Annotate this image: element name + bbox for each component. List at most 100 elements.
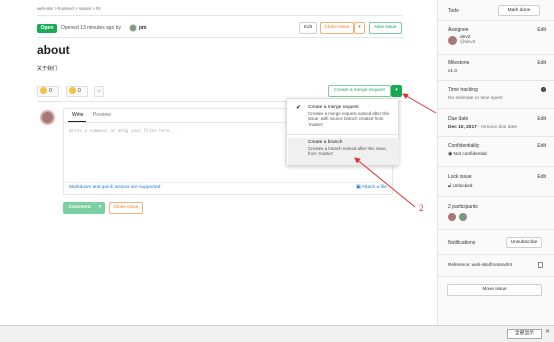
issue-sidebar: Todo Mark done Assignee Edit dev2 @dev2 M… [437, 0, 554, 325]
close-icon[interactable]: ✕ [545, 328, 550, 335]
time-tracking-value: No estimate or time spent [448, 96, 503, 101]
unsubscribe-button[interactable]: Unsubscribe [506, 237, 542, 248]
check-icon: ✔ [296, 105, 302, 111]
divider [438, 20, 554, 21]
breadcrumb[interactable]: web-site > frontend > Issues > #4 [37, 6, 101, 11]
confidentiality-edit-link[interactable]: Edit [537, 143, 546, 149]
thumbs-up-icon [40, 87, 47, 95]
issue-title: about [37, 43, 70, 57]
divider [438, 229, 554, 230]
assignee-handle: @dev2 [460, 40, 476, 45]
dropdown-item-create-branch[interactable]: Create a branch Creates a branch named a… [288, 138, 399, 165]
attach-label: Attach a file [361, 185, 387, 190]
help-icon[interactable]: ? [541, 87, 546, 92]
divider [287, 134, 398, 135]
download-bar [0, 325, 554, 342]
confidentiality-value: ◉ Not confidential [448, 152, 544, 157]
copy-icon[interactable] [538, 262, 543, 268]
lock-value: 🔓︎ Unlocked [448, 183, 544, 189]
participant-avatar[interactable] [459, 213, 467, 221]
confidentiality-label: Confidentiality [448, 143, 480, 149]
lock-text: Unlocked [452, 184, 473, 189]
divider [438, 80, 554, 81]
tab-preview[interactable]: Preview [93, 112, 111, 118]
status-badge: Open [37, 24, 57, 33]
merge-request-caret-button[interactable]: ▾ [391, 85, 402, 97]
participants-label: 2 participants [448, 204, 478, 210]
divider [37, 15, 403, 16]
time-tracking-section: Time tracking ? No estimate or time spen… [448, 87, 546, 101]
move-issue-button[interactable]: Move issue [447, 284, 542, 296]
thumbs-down-count: 0 [78, 88, 81, 94]
new-issue-button[interactable]: New issue [369, 22, 402, 34]
caret-down-icon: ▾ [98, 205, 102, 210]
divider [438, 108, 554, 109]
opened-text: Opened 13 minutes ago by [61, 25, 122, 31]
add-reaction-button[interactable]: ☺ [94, 86, 104, 97]
issue-description: 关于我们 [37, 66, 58, 72]
author-name[interactable]: pm [139, 25, 147, 31]
avatar [448, 35, 457, 45]
lock-section: Lock issue Edit 🔓︎ Unlocked [448, 174, 546, 189]
divider [438, 276, 554, 277]
edit-button[interactable]: Edit [299, 22, 317, 34]
due-date-value: Dec 10, 2017 - remove due date [448, 125, 544, 130]
milestone-value[interactable]: v1.0 [448, 69, 544, 74]
assignee-label: Assignee [448, 27, 469, 33]
thumbs-down-award[interactable]: 0 [66, 86, 88, 97]
assignee-edit-link[interactable]: Edit [537, 27, 546, 33]
close-issue-bottom-button[interactable]: Close issue [109, 202, 143, 214]
milestone-section: Milestone Edit v1.0 [448, 60, 546, 74]
caret-down-icon: ▾ [395, 88, 398, 93]
due-date: Dec 10, 2017 [448, 125, 477, 130]
dropdown-item-description: Creates a branch named after this issue,… [308, 146, 388, 157]
attach-file-link[interactable]: ▣ Attach a file [356, 185, 387, 190]
current-user-avatar[interactable] [40, 110, 55, 125]
reference-section: Reference: web-site/frontend#4 [448, 262, 544, 267]
thumbs-up-count: 0 [49, 88, 52, 94]
milestone-edit-link[interactable]: Edit [537, 60, 546, 66]
author-avatar[interactable] [129, 24, 137, 32]
lock-edit-link[interactable]: Edit [537, 174, 546, 180]
due-date-edit-link[interactable]: Edit [537, 116, 546, 122]
smiley-icon: ☺ [96, 88, 102, 94]
annotation-number-2: 2 [419, 203, 424, 213]
merge-request-dropdown: ✔ Create a merge request Creates a merge… [286, 98, 399, 166]
mark-done-button[interactable]: Mark done [498, 5, 540, 16]
close-issue-button[interactable]: Close issue [320, 22, 354, 34]
dropdown-item-create-merge-request[interactable]: ✔ Create a merge request Creates a merge… [288, 103, 399, 131]
divider [438, 166, 554, 167]
divider [64, 182, 392, 183]
participants-avatars [448, 213, 544, 223]
divider [438, 136, 554, 137]
assignee-value[interactable]: dev2 @dev2 [448, 35, 544, 45]
create-merge-request-button[interactable]: Create a merge request [328, 85, 391, 97]
comment-textarea[interactable]: Write a comment or drag your files here.… [69, 129, 177, 134]
divider [438, 254, 554, 255]
time-tracking-label: Time tracking [448, 87, 478, 93]
thumbs-up-award[interactable]: 0 [37, 86, 59, 97]
markdown-help-link[interactable]: Markdown and quick actions are supported [69, 185, 160, 190]
assignee-section: Assignee Edit dev2 @dev2 [448, 27, 546, 45]
divider [438, 54, 554, 55]
comment-button[interactable]: Comment [63, 202, 96, 214]
confidentiality-section: Confidentiality Edit ◉ Not confidential [448, 143, 546, 157]
confidentiality-text: Not confidential [453, 152, 487, 157]
divider [37, 37, 403, 38]
show-all-button[interactable]: 全部显示 [507, 329, 542, 339]
thumbs-down-icon [69, 87, 76, 95]
due-date-label: Due date [448, 116, 469, 122]
due-date-section: Due date Edit Dec 10, 2017 - remove due … [448, 116, 546, 130]
comment-caret-button[interactable]: ▾ [95, 202, 105, 214]
close-issue-caret-button[interactable]: ▾ [354, 22, 365, 34]
caret-down-icon: ▾ [358, 25, 361, 30]
participant-avatar[interactable] [448, 213, 456, 221]
reference-text: Reference: web-site/frontend#4 [448, 262, 513, 267]
dropdown-item-description: Creates a merge request named after this… [308, 111, 390, 127]
divider [438, 196, 554, 197]
participants-section: 2 participants [448, 204, 544, 223]
remove-due-date-link[interactable]: - remove due date [478, 125, 517, 130]
milestone-label: Milestone [448, 60, 470, 66]
tab-write[interactable]: Write [72, 112, 84, 118]
lock-label: Lock issue [448, 174, 472, 180]
